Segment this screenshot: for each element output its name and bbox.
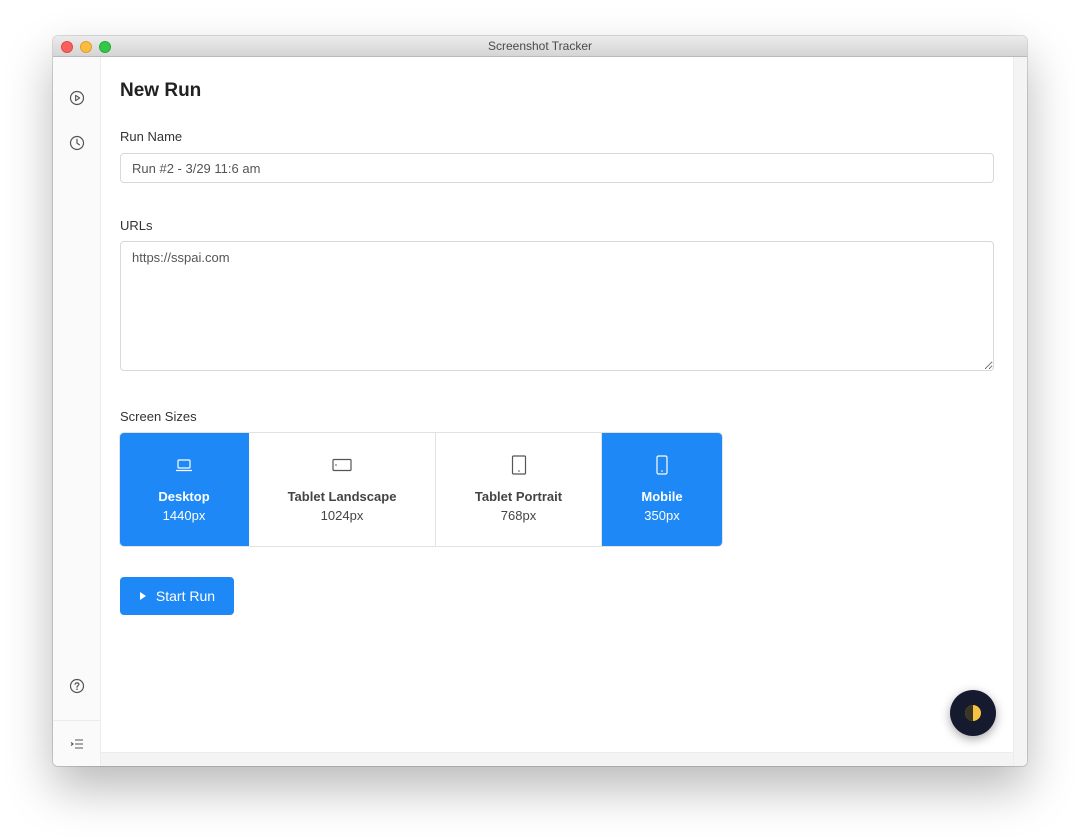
run-name-input[interactable] — [120, 153, 994, 183]
mobile-icon — [602, 455, 722, 475]
start-run-button[interactable]: Start Run — [120, 577, 234, 615]
screen-size-tablet-portrait[interactable]: Tablet Portrait 768px — [436, 433, 602, 546]
laptop-icon — [120, 455, 248, 475]
screen-size-name: Mobile — [641, 489, 683, 504]
page-title: New Run — [120, 80, 202, 101]
half-moon-icon — [965, 705, 981, 721]
title-bar: Screenshot Tracker — [53, 36, 1027, 57]
help-circle-icon[interactable] — [67, 676, 87, 696]
urls-textarea[interactable]: https://sspai.com — [120, 241, 994, 371]
indent-list-icon[interactable] — [67, 734, 87, 754]
tablet-landscape-icon — [249, 455, 435, 475]
screen-size-selector: Desktop 1440px Tablet Landscape 1024px T… — [120, 433, 722, 546]
window-right-edge — [1013, 57, 1027, 766]
window-bottom-edge — [101, 752, 1013, 766]
screen-size-tablet-landscape[interactable]: Tablet Landscape 1024px — [249, 433, 436, 546]
screen-size-desktop[interactable]: Desktop 1440px — [120, 433, 249, 546]
screen-sizes-label: Screen Sizes — [120, 409, 197, 424]
play-triangle-icon — [139, 592, 146, 600]
screen-size-px: 1440px — [162, 508, 206, 523]
sidebar-divider — [53, 720, 100, 721]
screen-size-mobile[interactable]: Mobile 350px — [602, 433, 722, 546]
clock-icon[interactable] — [67, 133, 87, 153]
run-name-label: Run Name — [120, 129, 183, 144]
screen-size-name: Tablet Portrait — [474, 489, 563, 504]
theme-toggle-button[interactable] — [950, 690, 996, 736]
window-title: Screenshot Tracker — [487, 39, 593, 53]
tablet-portrait-icon — [436, 455, 601, 475]
screen-size-name: Desktop — [158, 489, 210, 504]
screen-size-px: 768px — [500, 508, 537, 523]
start-run-label: Start Run — [155, 588, 216, 604]
screen-size-name: Tablet Landscape — [287, 489, 397, 504]
app-window: Screenshot Tracker New Run Run Name Run … — [53, 36, 1027, 766]
screen-size-px: 1024px — [320, 508, 364, 523]
screen-size-px: 350px — [644, 508, 680, 523]
urls-label: URLs — [120, 218, 153, 233]
play-circle-icon[interactable] — [67, 88, 87, 108]
sidebar — [53, 57, 101, 766]
